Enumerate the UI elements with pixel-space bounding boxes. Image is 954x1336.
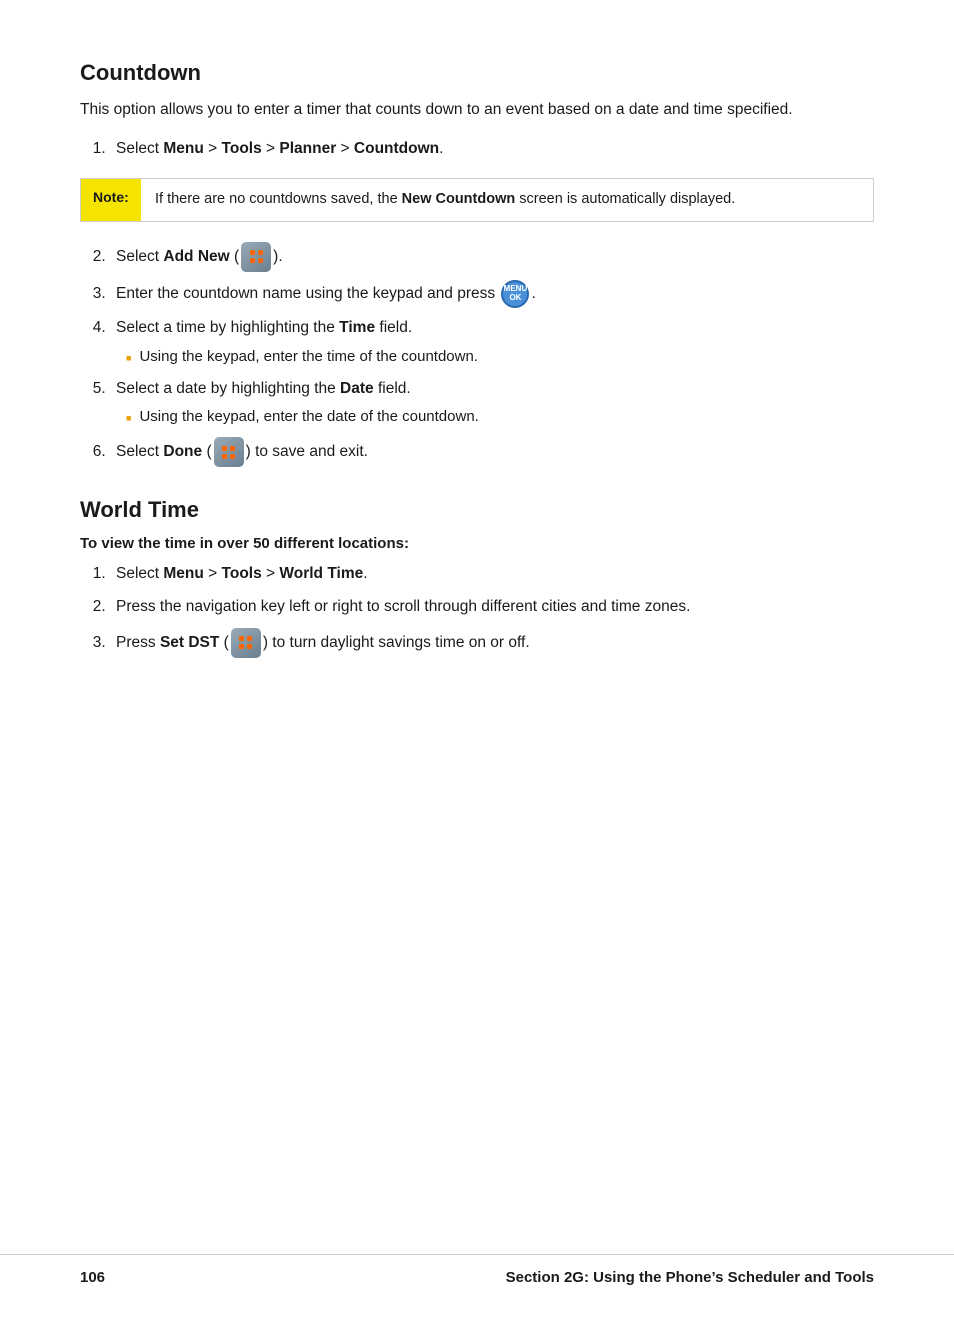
done-icon-inner (218, 442, 239, 463)
wt-step1-worldtime: World Time (279, 565, 363, 582)
step1-tools: Tools (222, 140, 262, 157)
note-content: If there are no countdowns saved, the Ne… (141, 179, 749, 221)
add-new-icon (241, 242, 271, 272)
done-icon (214, 437, 244, 467)
step5-sub1: Using the keypad, enter the date of the … (126, 405, 874, 429)
countdown-heading: Countdown (80, 60, 874, 86)
add-new-icon-inner (246, 246, 267, 267)
countdown-intro: This option allows you to enter a timer … (80, 98, 874, 121)
countdown-step-6: Select Done ( ) to save and exit. (110, 437, 874, 467)
wt-step-1: Select Menu > Tools > World Time. (110, 562, 874, 587)
countdown-step-2: Select Add New ( ). (110, 242, 874, 272)
countdown-steps-2: Select Add New ( ). Enter the countdown … (110, 242, 874, 468)
set-dst-icon (231, 628, 261, 658)
wt-step-3: Press Set DST ( ) to turn daylight savin… (110, 628, 874, 658)
section-title: Section 2G: Using the Phone’s Scheduler … (506, 1269, 874, 1286)
step2-addnew: Add New (163, 248, 229, 265)
countdown-section: Countdown This option allows you to ente… (80, 60, 874, 467)
note-bold: New Countdown (402, 191, 516, 207)
note-label: Note: (81, 179, 141, 221)
world-time-subtitle: To view the time in over 50 different lo… (80, 535, 874, 552)
countdown-step-3: Enter the countdown name using the keypa… (110, 280, 874, 308)
world-time-heading: World Time (80, 497, 874, 523)
world-time-steps: Select Menu > Tools > World Time. Press … (110, 562, 874, 658)
step4-sublist: Using the keypad, enter the time of the … (126, 345, 874, 369)
page-footer: 106 Section 2G: Using the Phone’s Schedu… (0, 1254, 954, 1286)
countdown-step-1: Select Menu > Tools > Planner > Countdow… (110, 137, 874, 162)
step6-done: Done (163, 443, 202, 460)
note-box: Note: If there are no countdowns saved, … (80, 178, 874, 222)
countdown-steps: Select Menu > Tools > Planner > Countdow… (110, 137, 874, 162)
step1-menu: Menu (163, 140, 203, 157)
countdown-step-4: Select a time by highlighting the Time f… (110, 316, 874, 369)
step4-time: Time (339, 319, 375, 336)
page-number: 106 (80, 1269, 105, 1286)
step5-date: Date (340, 380, 374, 397)
countdown-step-5: Select a date by highlighting the Date f… (110, 377, 874, 430)
set-dst-icon-inner (235, 632, 256, 653)
wt-step3-setdst: Set DST (160, 634, 219, 651)
wt-step-2: Press the navigation key left or right t… (110, 595, 874, 620)
step5-sublist: Using the keypad, enter the date of the … (126, 405, 874, 429)
step1-planner: Planner (279, 140, 336, 157)
wt-step1-tools: Tools (222, 565, 262, 582)
step4-sub1: Using the keypad, enter the time of the … (126, 345, 874, 369)
menu-ok-icon: MENUOK (501, 280, 529, 308)
world-time-section: World Time To view the time in over 50 d… (80, 497, 874, 658)
wt-step1-menu: Menu (163, 565, 203, 582)
step1-countdown: Countdown (354, 140, 439, 157)
